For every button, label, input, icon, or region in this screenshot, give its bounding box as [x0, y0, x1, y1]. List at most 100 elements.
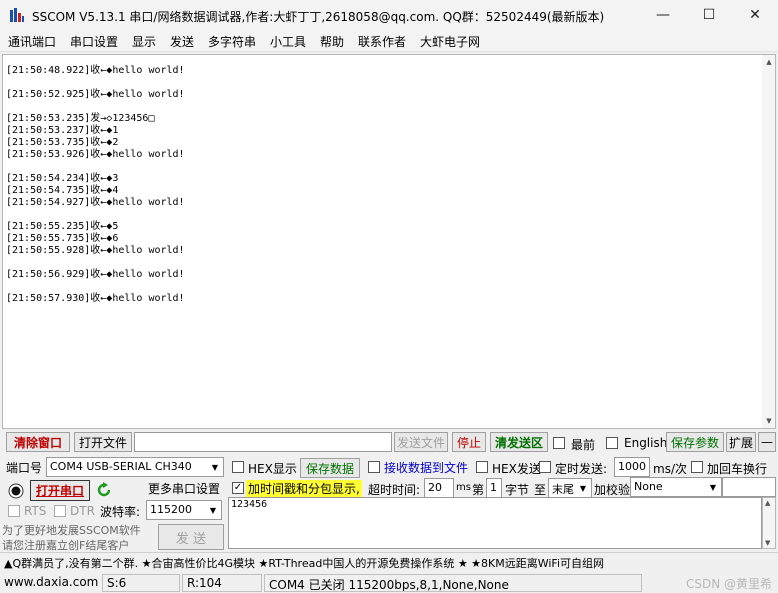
sent-count: S:6	[102, 574, 180, 592]
scroll-down-icon[interactable]: ▼	[765, 539, 770, 547]
log-line: [21:50:53.735]收←◆2	[6, 137, 119, 148]
log-line: [21:50:53.926]收←◆hello world!	[6, 149, 185, 160]
timestamp-label: 加时间戳和分包显示,	[246, 480, 362, 497]
log-scrollbar[interactable]: ▲ ▼	[762, 54, 776, 429]
save-params-button[interactable]: 保存参数	[666, 432, 724, 452]
log-line: [21:50:56.929]收←◆hello world!	[6, 269, 185, 280]
more-serial-settings-button[interactable]: 更多串口设置	[146, 478, 222, 498]
log-line: [21:50:55.735]收←◆6	[6, 233, 119, 244]
send-button[interactable]: 发 送	[158, 524, 224, 550]
interval-unit: ms/次	[653, 462, 687, 476]
log-line: [21:50:55.928]收←◆hello world!	[6, 245, 185, 256]
timed-send-checkbox[interactable]	[539, 461, 551, 473]
minimize-icon: —	[656, 7, 670, 23]
send-file-button[interactable]: 发送文件	[394, 432, 448, 452]
log-line: [21:50:54.735]收←◆4	[6, 185, 119, 196]
clear-send-button[interactable]: 清发送区	[490, 432, 548, 452]
checksum-result	[722, 477, 776, 497]
port-select-value: COM4 USB-SERIAL CH340	[50, 460, 192, 473]
menu-multi-string[interactable]: 多字符串	[208, 33, 256, 50]
toolbar-row: 清除窗口 打开文件 发送文件 停止 清发送区 最前 English 保存参数 扩…	[0, 432, 778, 454]
port-select[interactable]: COM4 USB-SERIAL CH340 ▼	[46, 457, 224, 477]
open-port-button[interactable]: 打开串口	[30, 480, 90, 501]
clear-window-button[interactable]: 清除窗口	[6, 432, 70, 452]
english-label: English	[624, 436, 668, 450]
chevron-down-icon: ▼	[205, 501, 221, 519]
end-select-value: 末尾	[552, 483, 574, 496]
scroll-up-icon[interactable]: ▲	[765, 499, 770, 507]
promo-line-1: 为了更好地发展SSCOM软件	[2, 524, 141, 537]
log-line: [21:50:53.237]收←◆1	[6, 125, 119, 136]
maximize-icon: ☐	[702, 7, 716, 23]
baud-select[interactable]: 115200 ▼	[146, 500, 222, 520]
checksum-label: 加校验	[594, 483, 631, 497]
menu-bar: 通讯端口 串口设置 显示 发送 多字符串 小工具 帮助 联系作者 大虾电子网	[0, 30, 778, 52]
menu-send[interactable]: 发送	[170, 33, 194, 50]
timeout-label: 超时时间:	[368, 483, 421, 497]
timeout-unit: ms	[456, 482, 471, 493]
end-select[interactable]: 末尾 ▼	[548, 478, 592, 498]
hex-send-label: HEX发送	[492, 462, 541, 476]
baud-label: 波特率:	[100, 505, 141, 519]
log-line: [21:50:57.930]收←◆hello world!	[6, 293, 185, 304]
menu-tools[interactable]: 小工具	[270, 33, 306, 50]
to-label: 至	[534, 483, 547, 497]
timed-send-label: 定时发送:	[555, 462, 608, 476]
add-crlf-checkbox[interactable]	[691, 461, 703, 473]
hex-display-checkbox[interactable]	[232, 461, 244, 473]
maximize-button[interactable]: ☐	[686, 0, 732, 30]
received-count: R:104	[182, 574, 262, 592]
hex-display-label: HEX显示	[248, 462, 297, 476]
open-file-button[interactable]: 打开文件	[74, 432, 132, 452]
chevron-down-icon: ▼	[575, 479, 591, 497]
menu-serial-settings[interactable]: 串口设置	[70, 33, 118, 50]
port-label: 端口号	[6, 461, 43, 475]
log-line: [21:50:55.235]收←◆5	[6, 221, 119, 232]
log-line: [21:50:53.235]发→◇123456□	[6, 113, 155, 124]
send-textarea[interactable]: 123456	[228, 497, 762, 549]
ad-ticker[interactable]: ▲Q群满员了,没有第二个群. ★合宙高性价比4G模块 ★RT-Thread中国人…	[0, 552, 778, 570]
refresh-icon[interactable]	[96, 482, 112, 498]
topmost-label: 最前	[571, 438, 596, 452]
log-line: [21:50:48.922]收←◆hello world!	[6, 65, 185, 76]
collapse-button[interactable]: —	[758, 432, 776, 452]
scroll-up-icon[interactable]: ▲	[762, 55, 776, 69]
hex-send-checkbox[interactable]	[476, 461, 488, 473]
interval-input[interactable]: 1000	[614, 457, 650, 477]
baud-select-value: 115200	[150, 503, 192, 516]
recv-to-file-label: 接收数据到文件	[384, 461, 469, 475]
topmost-checkbox[interactable]	[553, 437, 565, 449]
add-crlf-label: 加回车换行	[707, 462, 768, 476]
log-line: [21:50:52.925]收←◆hello world!	[6, 89, 185, 100]
timestamp-checkbox[interactable]: ✓	[232, 482, 244, 494]
stop-button[interactable]: 停止	[452, 432, 486, 452]
minimize-button[interactable]: —	[640, 0, 686, 30]
menu-display[interactable]: 显示	[132, 33, 156, 50]
expand-button[interactable]: 扩展	[726, 432, 756, 452]
menu-contact[interactable]: 联系作者	[358, 33, 406, 50]
window-title: SSCOM V5.13.1 串口/网络数据调试器,作者:大虾丁丁,2618058…	[32, 10, 605, 24]
byte-index-input[interactable]: 1	[486, 478, 502, 498]
timeout-input[interactable]: 20	[424, 478, 454, 498]
menu-help[interactable]: 帮助	[320, 33, 344, 50]
byte-prefix: 第	[472, 483, 485, 497]
save-data-button[interactable]: 保存数据	[300, 458, 360, 478]
close-button[interactable]: ✕	[732, 0, 778, 30]
site-link[interactable]: www.daxia.com	[0, 574, 100, 592]
menu-port[interactable]: 通讯端口	[8, 33, 56, 50]
scroll-down-icon[interactable]: ▼	[762, 414, 776, 428]
file-path-input[interactable]	[134, 432, 392, 452]
english-checkbox[interactable]	[606, 437, 618, 449]
byte-label: 字节	[505, 483, 530, 497]
checksum-select-value: None	[634, 480, 663, 493]
rts-label: RTS	[24, 504, 47, 518]
recv-to-file-checkbox[interactable]	[368, 461, 380, 473]
checksum-select[interactable]: None ▼	[630, 477, 722, 497]
receive-log[interactable]: [21:50:48.922]收←◆hello world! [21:50:52.9…	[2, 54, 762, 429]
status-bar: www.daxia.com S:6 R:104 COM4 已关闭 115200b…	[0, 572, 778, 593]
rts-checkbox[interactable]	[8, 505, 20, 517]
dtr-checkbox[interactable]	[54, 505, 66, 517]
dtr-label: DTR	[70, 504, 95, 518]
send-scrollbar[interactable]: ▲ ▼	[762, 497, 776, 549]
menu-daxia-site[interactable]: 大虾电子网	[420, 33, 480, 50]
